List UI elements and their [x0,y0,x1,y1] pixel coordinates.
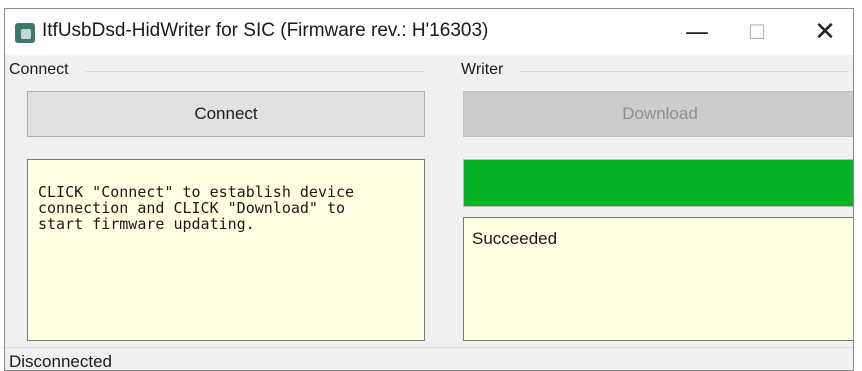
connection-status: Disconnected [9,352,113,371]
download-button[interactable]: Download [463,91,853,137]
writer-group-divider [519,71,849,72]
download-progress-bar [463,159,853,207]
close-button[interactable]: ✕ [795,9,853,55]
close-icon: ✕ [814,17,836,47]
download-button-label: Download [622,104,698,123]
window-title: ItfUsbDsd-HidWriter for SIC (Firmware re… [42,20,489,41]
connect-button-label: Connect [194,104,258,123]
writer-group-label: Writer [461,61,508,79]
connect-button[interactable]: Connect [27,91,425,137]
app-icon [15,23,35,43]
minimize-icon: — [685,18,709,46]
result-text: Succeeded [472,229,558,248]
connect-group-label: Connect [9,61,73,79]
instructions-text-box: CLICK "Connect" to establish device conn… [27,159,425,341]
connect-group-divider [85,71,425,72]
result-text-box: Succeeded [463,217,853,341]
maximize-button[interactable]: ☐ [727,9,787,55]
minimize-button[interactable]: — [667,9,727,55]
title-bar[interactable]: ItfUsbDsd-HidWriter for SIC (Firmware re… [5,9,853,55]
app-window: ItfUsbDsd-HidWriter for SIC (Firmware re… [4,8,854,371]
maximize-icon: ☐ [748,20,766,44]
status-bar: Disconnected [5,347,853,371]
progress-fill [464,160,853,206]
